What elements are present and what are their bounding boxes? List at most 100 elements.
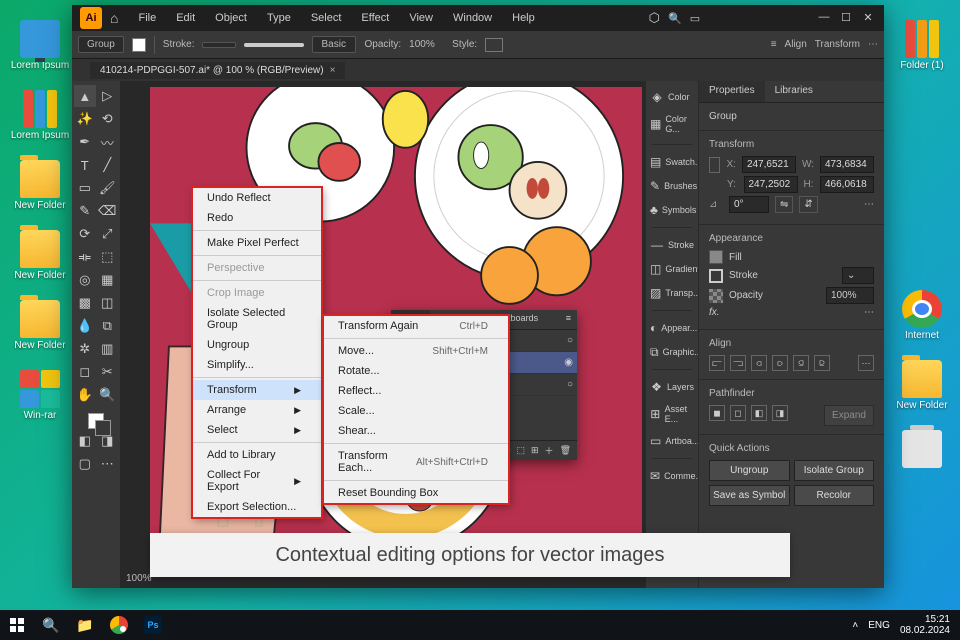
arrange-icon[interactable]: ▭: [690, 12, 700, 25]
align-left-icon[interactable]: ⫍: [709, 355, 725, 371]
tool-zoom[interactable]: 🔍: [97, 384, 119, 406]
menu-effect[interactable]: Effect: [353, 8, 397, 28]
explorer-button[interactable]: 📁: [68, 610, 102, 640]
flip-v-icon[interactable]: ⇵: [799, 196, 817, 213]
menu-edit[interactable]: Edit: [168, 8, 203, 28]
tool-magic-wand[interactable]: ✨: [74, 108, 96, 130]
menu-select[interactable]: Select: [303, 8, 350, 28]
align-top-icon[interactable]: ⫐: [772, 355, 788, 371]
transform-label[interactable]: Transform: [815, 39, 860, 50]
tool-slice[interactable]: ✂: [97, 361, 119, 383]
zoom-level[interactable]: 100%: [126, 573, 152, 584]
stroke-weight-input[interactable]: [202, 42, 236, 48]
more-options-icon[interactable]: ⋯: [868, 39, 878, 50]
tool-symbol-spray[interactable]: ✲: [74, 338, 96, 360]
tool-hand[interactable]: ✋: [74, 384, 96, 406]
dock-color-guide[interactable]: ▦Color G...: [646, 111, 698, 137]
qa-save-symbol-button[interactable]: Save as Symbol: [709, 485, 790, 506]
pf-intersect-icon[interactable]: ◧: [751, 405, 767, 421]
tool-scale[interactable]: ⤢: [97, 223, 119, 245]
reference-point[interactable]: [709, 157, 720, 173]
tool-line[interactable]: ╱: [97, 154, 119, 176]
dock-swatches[interactable]: ▤Swatch...: [646, 152, 698, 172]
tool-rotate[interactable]: ⟳: [74, 223, 96, 245]
ctx-export-selection[interactable]: Export Selection...: [193, 497, 321, 517]
tray-expand-icon[interactable]: ˄: [852, 620, 858, 631]
tool-shape-builder[interactable]: ◎: [74, 269, 96, 291]
more-appearance-icon[interactable]: ⋯: [864, 307, 874, 318]
delete-layer-icon[interactable]: 🗑: [560, 445, 571, 456]
new-layer-icon[interactable]: ＋: [545, 444, 554, 457]
tool-curvature[interactable]: 〰: [97, 131, 119, 153]
transform-h-input[interactable]: [820, 176, 874, 193]
more-transform-icon[interactable]: ⋯: [864, 199, 874, 210]
dock-color[interactable]: ◈Color: [646, 87, 698, 107]
tray-language[interactable]: ENG: [868, 620, 890, 631]
search-icon[interactable]: 🔍: [668, 12, 682, 25]
tool-blend[interactable]: ⧉: [97, 315, 119, 337]
tool-selection[interactable]: ▲: [74, 85, 96, 107]
menu-help[interactable]: Help: [504, 8, 543, 28]
maximize-button[interactable]: ☐: [836, 11, 856, 25]
home-icon[interactable]: ⌂: [110, 10, 118, 26]
ctx-isolate-group[interactable]: Isolate Selected Group: [193, 303, 321, 335]
transform-x-input[interactable]: [742, 156, 796, 173]
ctx-rotate[interactable]: Rotate...: [324, 361, 508, 381]
selection-type[interactable]: Group: [78, 36, 124, 53]
menu-file[interactable]: File: [130, 8, 164, 28]
transform-y-input[interactable]: [744, 176, 798, 193]
ctx-add-to-library[interactable]: Add to Library: [193, 445, 321, 465]
panel-menu-icon[interactable]: ≡: [560, 310, 577, 329]
desktop-icon-folder[interactable]: New Folder: [10, 300, 70, 351]
ctx-ungroup[interactable]: Ungroup: [193, 335, 321, 355]
desktop-icon-pc[interactable]: Lorem Ipsum: [10, 20, 70, 71]
dock-comments[interactable]: ✉Comme...: [646, 466, 698, 486]
flip-h-icon[interactable]: ⇋: [775, 196, 793, 213]
ctx-simplify[interactable]: Simplify...: [193, 355, 321, 375]
opacity-select[interactable]: 100%: [826, 287, 874, 304]
desktop-icon-binders[interactable]: Folder (1): [892, 20, 952, 71]
rotate-input[interactable]: [729, 196, 769, 213]
menu-view[interactable]: View: [401, 8, 441, 28]
tool-eyedropper[interactable]: 💧: [74, 315, 96, 337]
chrome-button[interactable]: [102, 610, 136, 640]
fill-swatch[interactable]: [132, 38, 146, 52]
tool-eraser[interactable]: ⌫: [97, 200, 119, 222]
color-mode[interactable]: ◧: [74, 430, 96, 452]
align-right-icon[interactable]: ⫏: [751, 355, 767, 371]
desktop-icon-trash[interactable]: [892, 430, 952, 470]
dock-gradient[interactable]: ◫Gradient: [646, 259, 698, 279]
tool-perspective[interactable]: ▦: [97, 269, 119, 291]
ctx-redo[interactable]: Redo: [193, 208, 321, 228]
ctx-move[interactable]: Move...Shift+Ctrl+M: [324, 341, 508, 361]
stroke-profile[interactable]: [244, 43, 304, 47]
tab-libraries[interactable]: Libraries: [765, 81, 823, 102]
tool-shaper[interactable]: ✎: [74, 200, 96, 222]
brush-select[interactable]: Basic: [312, 36, 356, 53]
tool-gradient[interactable]: ◫: [97, 292, 119, 314]
opacity-value[interactable]: 100%: [409, 39, 444, 50]
ctx-scale[interactable]: Scale...: [324, 401, 508, 421]
ctx-transform-each[interactable]: Transform Each...Alt+Shift+Ctrl+D: [324, 446, 508, 478]
fx-label[interactable]: fx.: [709, 307, 720, 318]
ctx-arrange[interactable]: Arrange▶: [193, 400, 321, 420]
desktop-icon-folder[interactable]: New Folder: [892, 360, 952, 411]
photoshop-button[interactable]: Ps: [136, 610, 170, 640]
make-clip-icon[interactable]: ⬚: [516, 445, 525, 456]
align-center-h-icon[interactable]: ⫎: [730, 355, 746, 371]
dock-stroke[interactable]: —Stroke: [646, 235, 698, 255]
menu-window[interactable]: Window: [445, 8, 500, 28]
ctx-select[interactable]: Select▶: [193, 420, 321, 440]
minimize-button[interactable]: —: [814, 11, 834, 25]
pf-exclude-icon[interactable]: ◨: [772, 405, 788, 421]
tool-direct-select[interactable]: ▷: [97, 85, 119, 107]
dock-asset-export[interactable]: ⊞Asset E...: [646, 401, 698, 427]
tool-rectangle[interactable]: ▭: [74, 177, 96, 199]
more-align-icon[interactable]: ⋯: [858, 355, 874, 371]
tool-mesh[interactable]: ▩: [74, 292, 96, 314]
close-button[interactable]: ✕: [858, 11, 878, 25]
qa-recolor-button[interactable]: Recolor: [794, 485, 875, 506]
search-button[interactable]: 🔍: [34, 610, 68, 640]
new-sublayer-icon[interactable]: ⊞: [531, 445, 539, 456]
dock-artboards[interactable]: ▭Artboa...: [646, 431, 698, 451]
